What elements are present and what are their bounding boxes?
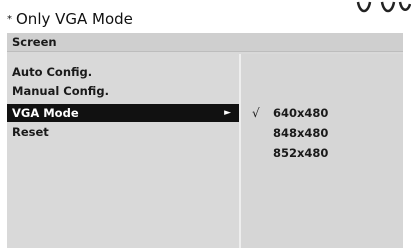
corner-decoration [348,0,411,20]
option-label: 852x480 [273,146,329,160]
menu-item-label: VGA Mode [12,106,79,120]
menu-item-auto-config[interactable]: Auto Config. [7,63,239,81]
menu-item-vga-mode[interactable]: VGA Mode ► [7,104,239,122]
vga-mode-options-panel: √ 640x480 848x480 852x480 [241,54,403,248]
option-852x480[interactable]: 852x480 [241,144,403,163]
option-640x480[interactable]: √ 640x480 [241,104,403,123]
osd-title: Screen [7,33,403,52]
menu-item-label: Auto Config. [12,65,93,79]
menu-panel: Auto Config. Manual Config. VGA Mode ► R… [7,54,239,248]
submenu-arrow-icon: ► [224,108,231,118]
caption-text: Only VGA Mode [16,10,133,28]
checkmark-icon: √ [252,106,260,120]
menu-item-reset[interactable]: Reset [7,123,239,141]
caption: * Only VGA Mode [7,10,133,31]
option-label: 848x480 [273,126,329,140]
menu-item-label: Manual Config. [12,84,109,98]
menu-item-manual-config[interactable]: Manual Config. [7,82,239,100]
menu-item-label: Reset [12,125,49,139]
osd-screen-menu: Screen Auto Config. Manual Config. VGA M… [7,33,403,248]
option-label: 640x480 [273,106,329,120]
option-848x480[interactable]: 848x480 [241,124,403,143]
caption-marker: * [7,14,12,25]
